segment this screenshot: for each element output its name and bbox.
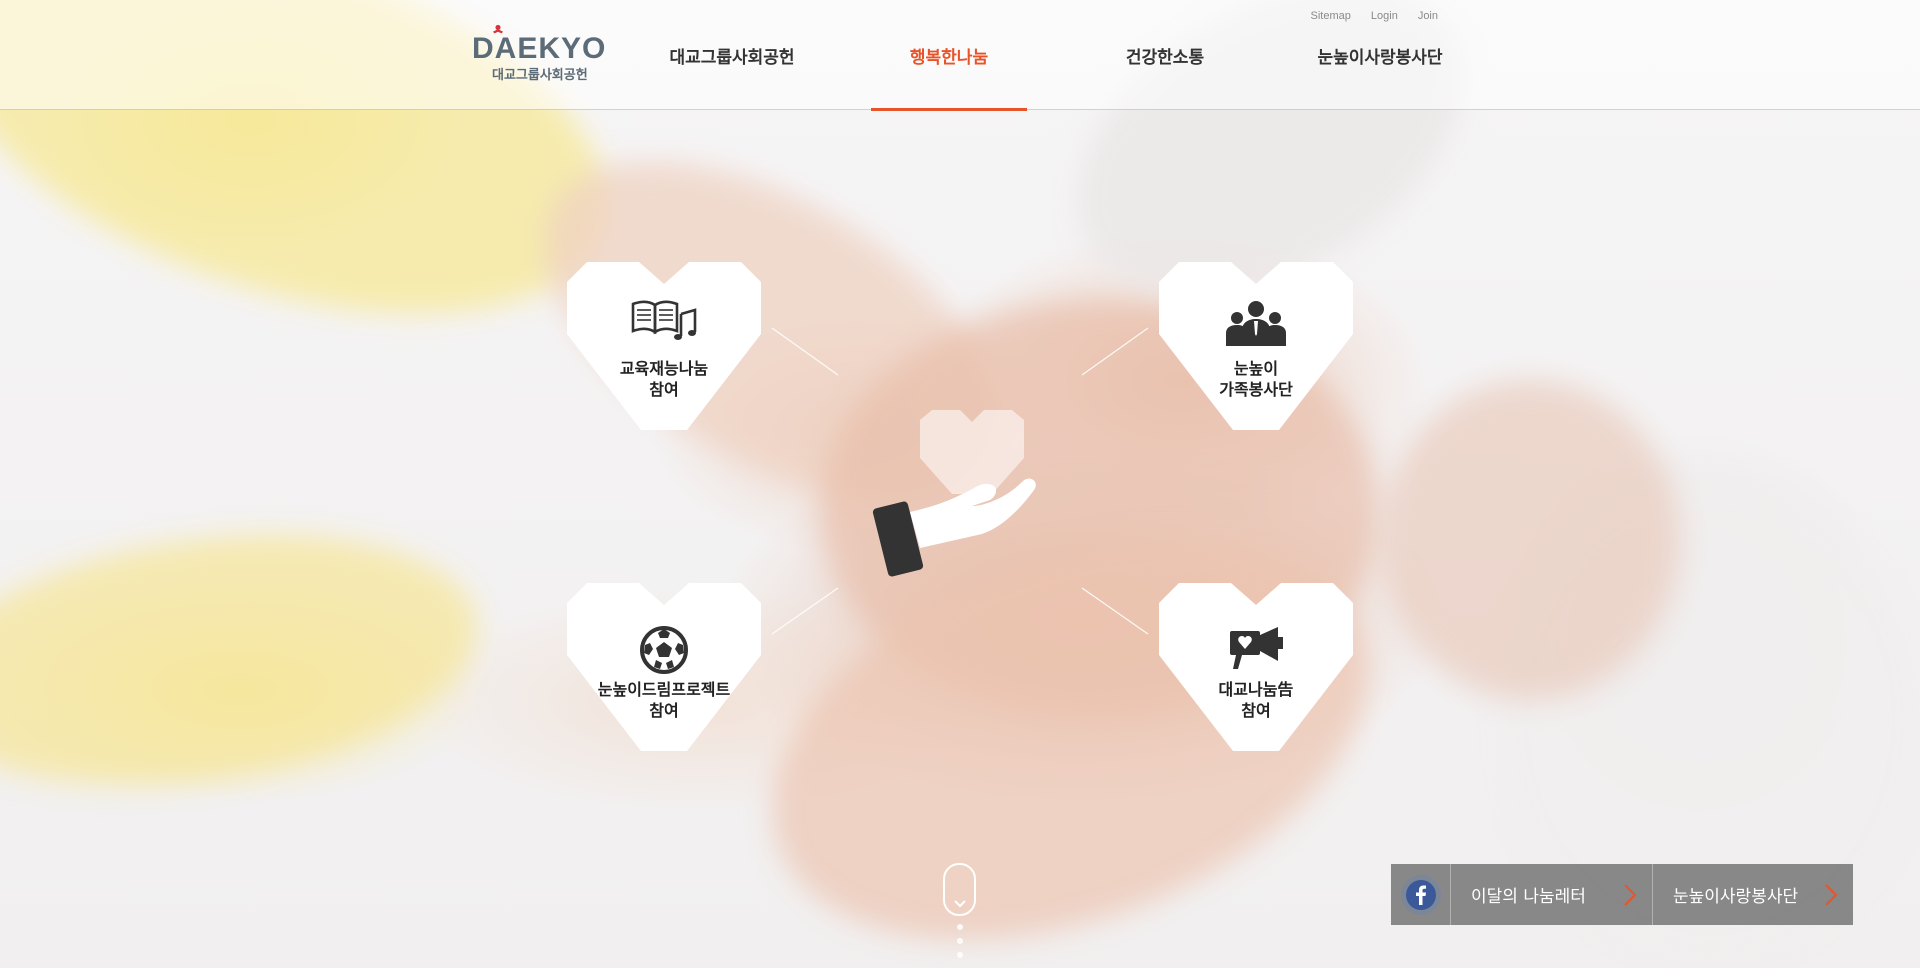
heart-label: 대교나눔告 참여: [1159, 679, 1353, 721]
heart-label: 눈높이 가족봉사단: [1159, 358, 1353, 400]
heart-label: 눈높이드림프로젝트 참여: [567, 679, 761, 721]
quick-link-label: 눈높이사랑봉사단: [1673, 887, 1799, 907]
heart-shape: [567, 262, 761, 430]
heart-family-volunteer[interactable]: 눈높이 가족봉사단: [1159, 262, 1353, 430]
book-music-icon: [631, 300, 697, 340]
quick-links-bar: 이달의 나눔레터 눈높이사랑봉사단: [1391, 864, 1853, 925]
heart-label-line1: 눈높이드림프로젝트: [597, 680, 731, 699]
heart-label-line2: 참여: [1241, 701, 1271, 720]
scroll-dot: [957, 938, 963, 944]
scroll-dot: [957, 952, 963, 958]
scroll-dots: [956, 924, 964, 966]
heart-label-line2: 참여: [649, 701, 679, 720]
chevron-right-icon: [1624, 884, 1636, 906]
facebook-circle: [1400, 874, 1441, 915]
chevron-down-icon: [953, 900, 966, 908]
facebook-button[interactable]: [1391, 864, 1451, 925]
heart-label-line1: 교육재능나눔: [619, 359, 709, 378]
heart-label-line2: 참여: [649, 380, 679, 399]
heart-education-talent-sharing[interactable]: 교육재능나눔 참여: [567, 262, 761, 430]
heart-label-line1: 눈높이: [1233, 359, 1279, 378]
scroll-dot: [957, 924, 963, 930]
quick-link-volunteer-group[interactable]: 눈높이사랑봉사단: [1653, 864, 1853, 925]
heart-label-line2: 가족봉사단: [1219, 380, 1293, 399]
quick-link-newsletter[interactable]: 이달의 나눔레터: [1451, 864, 1653, 925]
megaphone-heart-icon: [1230, 627, 1283, 669]
chevron-right-icon: [1825, 884, 1837, 906]
soccer-ball-icon: [640, 626, 688, 674]
heart-daekyo-sharing-notice[interactable]: 대교나눔告 참여: [1159, 583, 1353, 751]
heart-label-line1: 대교나눔告: [1218, 680, 1294, 699]
quick-link-label: 이달의 나눔레터: [1471, 887, 1586, 907]
people-group-icon: [1226, 301, 1286, 346]
heart-shape: [1159, 262, 1353, 430]
facebook-icon: [1405, 879, 1436, 910]
heart-dream-project[interactable]: 눈높이드림프로젝트 참여: [567, 583, 761, 751]
heart-label: 교육재능나눔 참여: [567, 358, 761, 400]
hand-holding-heart-icon: [872, 410, 1036, 577]
scroll-down-button[interactable]: [943, 863, 976, 916]
